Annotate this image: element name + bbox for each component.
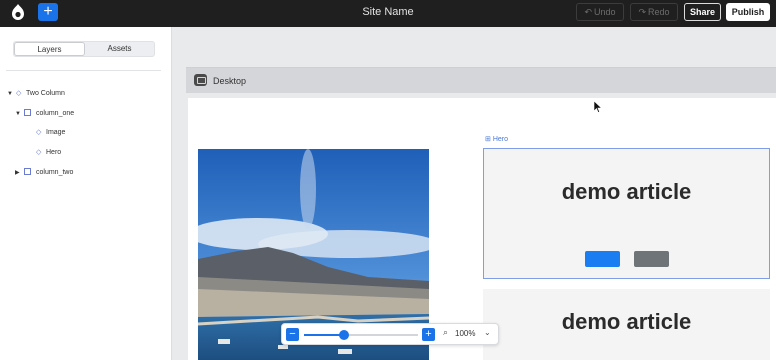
- component-diamond-icon: ◇: [16, 90, 22, 97]
- desktop-icon[interactable]: [194, 74, 207, 86]
- magnifier-icon: ⌕: [443, 327, 449, 337]
- zoom-in-button[interactable]: +: [422, 328, 435, 341]
- redo-button[interactable]: ↷ Redo: [630, 3, 678, 21]
- undo-button[interactable]: ↶ Undo: [576, 3, 624, 21]
- drupal-drop-icon[interactable]: [9, 3, 27, 21]
- hero-title: demo article: [561, 179, 692, 204]
- component-diamond-icon: ◇: [36, 149, 42, 156]
- device-label: Desktop: [213, 76, 247, 86]
- zoom-control: − + ⌕ 100% ⌄: [281, 323, 499, 345]
- hero-primary-button[interactable]: [585, 251, 620, 267]
- add-component-button[interactable]: +: [38, 3, 58, 21]
- share-button[interactable]: Share: [684, 3, 721, 21]
- hero-secondary-button[interactable]: [634, 251, 669, 267]
- article-component[interactable]: demo article: [483, 289, 770, 360]
- article-title: demo article: [561, 309, 692, 334]
- hero-component-tag: ⊞ Hero: [485, 135, 508, 143]
- device-preview-bar: Desktop: [186, 67, 776, 93]
- tree-item-label: column_two: [36, 169, 74, 176]
- tree-item-label: column_one: [36, 110, 75, 117]
- tab-layers[interactable]: Layers: [14, 42, 85, 56]
- panel-divider: [6, 70, 161, 71]
- tree-item-label: Image: [46, 129, 66, 136]
- zoom-value: 100%: [455, 329, 476, 338]
- tree-item-column-one[interactable]: ▼ column_one: [15, 107, 74, 121]
- tree-item-label: Hero: [46, 149, 62, 156]
- tree-item-column-two[interactable]: ▶ column_two: [15, 166, 73, 180]
- zoom-slider-track[interactable]: [304, 334, 418, 336]
- layers-panel: Layers Assets ▼ ◇ Two Column ▼ column_one ◇…: [0, 27, 172, 360]
- column-square-icon: [24, 109, 31, 116]
- tree-item-hero[interactable]: ◇ Hero: [36, 146, 61, 160]
- component-grid-icon: ⊞: [485, 136, 493, 143]
- zoom-slider-fill: [304, 334, 344, 336]
- zoom-slider-handle[interactable]: [338, 330, 349, 340]
- top-bar: + Site Name ↶ Undo ↷ Redo Share Publish: [0, 0, 776, 27]
- hero-tag-label: Hero: [492, 136, 508, 143]
- zoom-out-button[interactable]: −: [286, 328, 299, 341]
- component-diamond-icon: ◇: [36, 129, 42, 136]
- mouse-pointer-icon: [594, 101, 602, 113]
- redo-icon: ↷: [638, 7, 647, 17]
- panel-tabs: Layers Assets: [13, 41, 155, 57]
- caret-down-icon[interactable]: ▼: [7, 87, 16, 101]
- undo-label: Undo: [594, 7, 616, 17]
- redo-label: Redo: [648, 7, 670, 17]
- caret-down-icon[interactable]: ▼: [15, 107, 24, 121]
- tree-item-label: Two Column: [26, 90, 65, 97]
- undo-icon: ↶: [584, 7, 593, 17]
- hero-component[interactable]: demo article: [483, 148, 770, 279]
- chevron-down-icon[interactable]: ⌄: [484, 328, 491, 337]
- column-square-icon: [24, 168, 31, 175]
- caret-right-icon[interactable]: ▶: [15, 166, 24, 180]
- tab-assets[interactable]: Assets: [85, 42, 154, 56]
- tree-item-two-column[interactable]: ▼ ◇ Two Column: [7, 87, 65, 101]
- tree-item-image[interactable]: ◇ Image: [36, 126, 65, 140]
- publish-button[interactable]: Publish: [726, 3, 770, 21]
